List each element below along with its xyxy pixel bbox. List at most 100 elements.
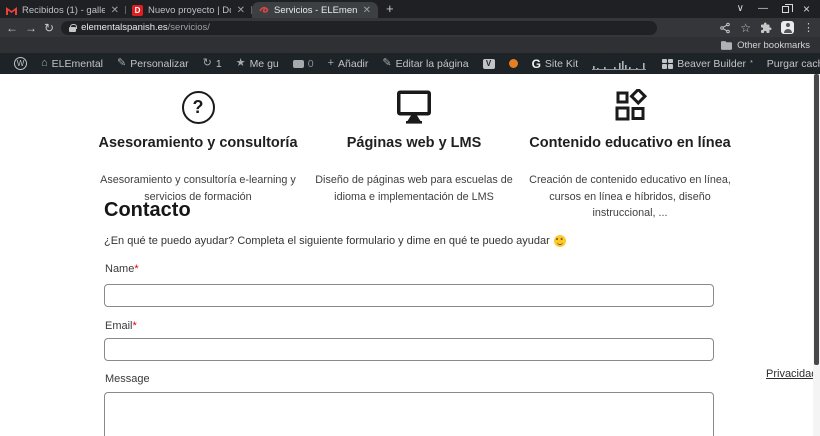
elemental-favicon [258, 5, 269, 16]
message-textarea[interactable] [104, 392, 714, 436]
tab-title: Nuevo proyecto | Domestika [148, 5, 231, 16]
edit-page-label: Editar la página [396, 58, 469, 70]
url-text: elementalspanish.es/servicios/ [81, 22, 210, 33]
orange-dot-icon [509, 59, 518, 68]
grid-icon [662, 59, 673, 69]
share-icon[interactable] [719, 22, 731, 34]
adminbar-edit-page[interactable]: ✎ Editar la página [376, 53, 474, 74]
folder-icon [721, 41, 732, 50]
adminbar-purge-cache[interactable]: Purgar caché de SG [761, 53, 820, 74]
beaver-builder-mark: * [750, 60, 753, 67]
adminbar-site-name[interactable]: ⌂ ELEmental [35, 53, 109, 74]
minimize-icon[interactable]: — [758, 4, 768, 14]
adminbar-stats-sparkline[interactable] [586, 53, 654, 74]
customize-label: Personalizar [130, 58, 188, 70]
contact-heading: Contacto [104, 199, 191, 222]
adminbar-status-dot[interactable] [503, 53, 524, 74]
blocks-icon [612, 89, 648, 125]
likes-label: Me gu [250, 58, 279, 70]
email-field-label: Email* [105, 320, 137, 332]
google-g-icon: G [532, 57, 541, 71]
page-scrollbar[interactable] [813, 74, 820, 436]
adminbar-beaver-builder[interactable]: Beaver Builder * [656, 53, 759, 74]
comment-bubble-icon [293, 60, 304, 68]
other-bookmarks-label: Other bookmarks [737, 40, 810, 51]
privacy-link[interactable]: Privacidad [763, 367, 820, 381]
scrollbar-thumb[interactable] [814, 74, 819, 365]
browser-toolbar: ← → ↻ elementalspanish.es/servicios/ ☆ ⋮ [0, 18, 820, 37]
adminbar-comments[interactable]: 0 [287, 53, 320, 74]
restore-icon[interactable] [782, 6, 789, 13]
service-title: Páginas web y LMS [306, 135, 522, 151]
monitor-icon [394, 89, 434, 126]
close-icon[interactable]: ✕ [362, 5, 372, 16]
close-window-icon[interactable]: × [803, 3, 810, 15]
window-controls: ∨ — × [727, 0, 820, 18]
update-arrows-icon: ↻ [203, 58, 212, 69]
wordpress-logo-icon [14, 57, 27, 70]
address-bar[interactable]: elementalspanish.es/servicios/ [61, 21, 657, 35]
tab-title: Recibidos (1) - gallegolealjose@ [22, 5, 105, 16]
other-bookmarks-button[interactable]: Other bookmarks [721, 40, 810, 51]
tab-title: Servicios - ELEmental [274, 5, 357, 16]
star-icon: ★ [236, 58, 246, 69]
required-asterisk: * [134, 263, 138, 275]
beaver-builder-label: Beaver Builder [677, 58, 746, 70]
comments-count: 0 [308, 58, 314, 70]
email-input[interactable] [104, 338, 714, 361]
tab-domestika[interactable]: D Nuevo proyecto | Domestika ✕ [126, 2, 252, 18]
service-description: Creación de contenido educativo en línea… [522, 172, 738, 222]
domestika-icon: D [132, 5, 143, 16]
tab-servicios-active[interactable]: Servicios - ELEmental ✕ [252, 2, 378, 18]
purge-cache-label: Purgar caché de SG [767, 58, 820, 70]
pencil-icon: ✎ [382, 58, 391, 69]
add-new-label: Añadir [338, 58, 368, 70]
service-title: Asesoramiento y consultoría [90, 135, 306, 151]
page-content: ? Asesoramiento y consultoría Asesoramie… [0, 74, 820, 436]
menu-kebab-icon[interactable]: ⋮ [803, 21, 814, 34]
adminbar-likes[interactable]: ★ Me gu [230, 53, 285, 74]
house-icon: ⌂ [41, 58, 48, 69]
plus-icon: + [328, 58, 334, 69]
required-asterisk: * [133, 320, 137, 332]
lock-icon [69, 27, 76, 32]
adminbar-updates[interactable]: ↻ 1 [197, 53, 228, 74]
bookmark-star-icon[interactable]: ☆ [740, 21, 751, 35]
reload-icon[interactable]: ↻ [44, 22, 54, 34]
forward-icon[interactable]: → [25, 22, 37, 34]
service-title: Contenido educativo en línea [522, 135, 738, 151]
site-kit-label: Site Kit [545, 58, 578, 70]
gmail-icon [6, 5, 17, 16]
toolbar-actions: ☆ ⋮ [719, 21, 814, 35]
adminbar-add-new[interactable]: + Añadir [322, 53, 375, 74]
v-badge-icon: V [483, 59, 495, 69]
service-content: Contenido educativo en línea Creación de… [522, 86, 738, 222]
adminbar-site-kit[interactable]: G Site Kit [526, 53, 585, 74]
adminbar-customize[interactable]: ✎ Personalizar [111, 53, 195, 74]
contact-intro: ¿En qué te puedo ayudar? Completa el sig… [104, 235, 566, 247]
new-tab-button[interactable]: + [386, 1, 394, 17]
extensions-puzzle-icon[interactable] [760, 22, 772, 34]
service-web-lms: Páginas web y LMS Diseño de páginas web … [306, 86, 522, 222]
profile-avatar[interactable] [781, 21, 794, 34]
message-field-label: Message [105, 373, 150, 385]
back-icon[interactable]: ← [6, 22, 18, 34]
tab-gmail[interactable]: Recibidos (1) - gallegolealjose@ ✕ [0, 2, 126, 18]
adminbar-v-plugin[interactable]: V [477, 53, 501, 74]
site-name-label: ELEmental [52, 58, 103, 70]
pencil-icon: ✎ [117, 58, 126, 69]
wp-admin-bar: ⌂ ELEmental ✎ Personalizar ↻ 1 ★ Me gu 0… [0, 53, 820, 74]
service-description: Diseño de páginas web para escuelas de i… [307, 172, 522, 205]
updates-count: 1 [216, 58, 222, 70]
bookmarks-bar: Other bookmarks [0, 37, 820, 53]
sparkline-icon [592, 58, 648, 70]
close-icon[interactable]: ✕ [110, 5, 120, 16]
question-circle-icon: ? [182, 91, 215, 124]
wp-logo-menu[interactable] [8, 53, 33, 74]
smiley-emoji-icon [554, 235, 566, 247]
close-icon[interactable]: ✕ [236, 5, 246, 16]
contact-intro-text: ¿En qué te puedo ayudar? Completa el sig… [104, 235, 550, 247]
name-input[interactable] [104, 284, 714, 307]
chevron-down-icon[interactable]: ∨ [737, 4, 744, 14]
browser-tab-strip: Recibidos (1) - gallegolealjose@ ✕ D Nue… [0, 0, 820, 18]
